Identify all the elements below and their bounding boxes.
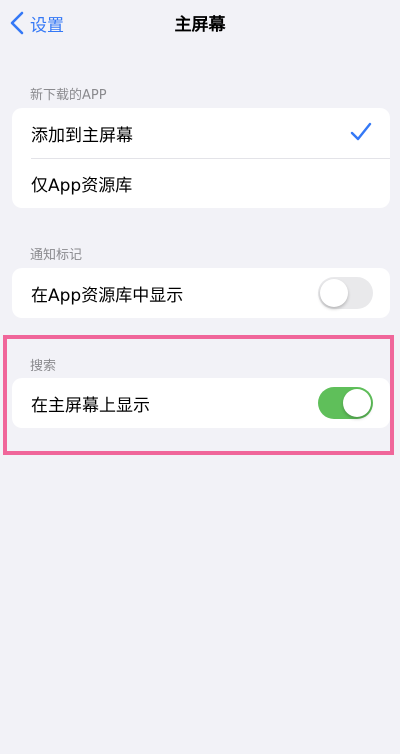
show-in-app-library-toggle[interactable] (318, 277, 373, 309)
checkmark-icon (350, 121, 372, 143)
page-title: 主屏幕 (174, 15, 226, 35)
navigation-bar: 设置 主屏幕 (0, 0, 400, 46)
new-downloads-group: 添加到主屏幕 仅App资源库 (12, 108, 390, 208)
highlight-annotation-box (3, 335, 394, 455)
option-app-library-only[interactable]: 仅App资源库 (12, 158, 390, 208)
notification-badges-group: 在App资源库中显示 (12, 268, 390, 318)
option-label: 仅App资源库 (31, 175, 133, 196)
option-label: 添加到主屏幕 (31, 125, 133, 146)
section-header-new-downloads: 新下载的APP (30, 88, 107, 103)
show-in-app-library-row: 在App资源库中显示 (12, 268, 390, 318)
option-add-to-home-screen[interactable]: 添加到主屏幕 (12, 108, 390, 158)
toggle-knob (320, 279, 348, 307)
screen: 设置 主屏幕 新下载的APP 添加到主屏幕 仅App资源库 通知标记 在App资… (0, 0, 400, 754)
section-header-notification-badges: 通知标记 (30, 248, 83, 263)
row-label: 在App资源库中显示 (31, 285, 184, 306)
